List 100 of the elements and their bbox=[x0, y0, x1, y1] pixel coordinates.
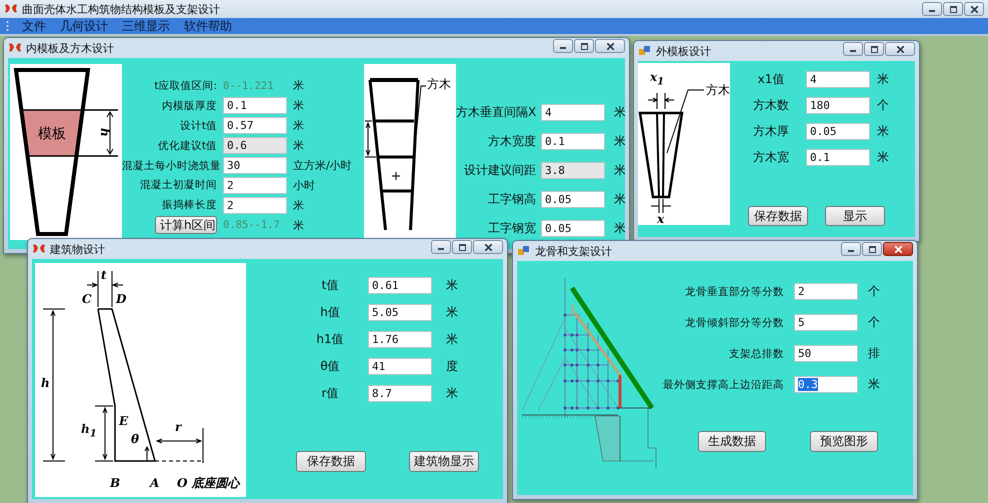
figure-label: x$_{1}$ bbox=[650, 69, 664, 89]
unit-label: 米 bbox=[293, 198, 305, 213]
input-field[interactable]: 0.3 bbox=[794, 376, 858, 393]
grip-icon bbox=[6, 20, 9, 32]
field-label: 工字钢高 bbox=[487, 191, 536, 208]
input-field[interactable]: 2 bbox=[223, 196, 287, 214]
input-field[interactable]: 0.1 bbox=[541, 133, 605, 150]
close-button[interactable] bbox=[885, 42, 915, 56]
window-title: 外模板设计 bbox=[656, 44, 711, 58]
input-field[interactable]: 2 bbox=[223, 176, 287, 194]
field-label: 龙骨垂直部分等分数 bbox=[684, 284, 784, 298]
maximize-button[interactable] bbox=[864, 42, 884, 56]
input-field[interactable]: 1.76 bbox=[368, 331, 432, 348]
close-button[interactable] bbox=[883, 242, 913, 256]
action-button[interactable]: 生成数据 bbox=[698, 431, 766, 452]
field-label: 方木宽度 bbox=[487, 133, 536, 150]
input-field[interactable]: 2 bbox=[794, 283, 858, 300]
input-field[interactable]: 180 bbox=[806, 96, 870, 114]
input-field[interactable]: 0.05 bbox=[541, 220, 605, 237]
window-title: 建筑物设计 bbox=[50, 242, 105, 256]
unit-label: 排 bbox=[868, 345, 881, 362]
input-field[interactable]: 41 bbox=[368, 358, 432, 375]
input-field[interactable]: 0.1 bbox=[223, 97, 287, 114]
unit-label: 个 bbox=[868, 283, 881, 300]
input-field[interactable]: 0.05 bbox=[806, 122, 870, 140]
field-label: 方木数 bbox=[752, 96, 790, 114]
input-field[interactable]: 8.7 bbox=[368, 385, 432, 402]
close-button[interactable] bbox=[964, 2, 984, 16]
figure-label: E bbox=[119, 414, 128, 428]
input-field[interactable]: 0.05 bbox=[541, 191, 605, 208]
input-field[interactable]: 5.05 bbox=[368, 304, 432, 321]
figure-label: O 底座圆心 bbox=[177, 476, 240, 490]
minimize-button[interactable] bbox=[922, 2, 942, 16]
minimize-button[interactable] bbox=[553, 39, 573, 53]
unit-label: 米 bbox=[293, 98, 305, 114]
action-button[interactable]: 保存数据 bbox=[296, 451, 366, 472]
menu-item[interactable]: 文件 bbox=[15, 18, 53, 34]
figure-label: r bbox=[175, 420, 182, 434]
figure-label: x bbox=[657, 212, 664, 225]
app-icon bbox=[517, 245, 531, 257]
maximize-button[interactable] bbox=[574, 39, 594, 53]
action-button[interactable]: 建筑物显示 bbox=[409, 451, 479, 472]
unit-label: 米 bbox=[868, 376, 881, 393]
input-field[interactable]: 4 bbox=[541, 104, 605, 121]
figure-label: h bbox=[41, 376, 50, 390]
input-field[interactable]: 50 bbox=[794, 345, 858, 362]
close-button[interactable] bbox=[473, 240, 503, 254]
unit-label: 立方米/小时 bbox=[293, 158, 353, 173]
unit-label: 米 bbox=[293, 138, 305, 154]
unit-label: 个 bbox=[868, 314, 881, 331]
input-field[interactable]: 0.57 bbox=[223, 117, 287, 134]
unit-label: 小时 bbox=[293, 178, 316, 193]
figure-label: t bbox=[101, 268, 107, 282]
field-label: t应取值区间: bbox=[153, 78, 217, 93]
unit-label: 米 bbox=[293, 118, 305, 134]
maximize-button[interactable] bbox=[452, 240, 472, 254]
minimize-button[interactable] bbox=[843, 42, 863, 56]
input-field[interactable]: 4 bbox=[806, 70, 870, 88]
field-label: 混凝土初凝时间 bbox=[139, 178, 217, 192]
figure-label: h$_{1}$ bbox=[81, 421, 97, 441]
butterfly-icon bbox=[32, 243, 46, 255]
action-button[interactable]: 显示 bbox=[825, 206, 885, 226]
figure-label: 方木 bbox=[706, 83, 730, 97]
figure-label: h bbox=[98, 128, 112, 137]
minimize-button[interactable] bbox=[841, 242, 861, 256]
figure-label: θ bbox=[131, 432, 140, 446]
field-label: 内模版厚度 bbox=[161, 98, 217, 113]
action-button[interactable]: 保存数据 bbox=[748, 206, 808, 226]
menu-item[interactable]: 三维显示 bbox=[115, 18, 177, 34]
maximize-button[interactable] bbox=[862, 242, 882, 256]
field-label: θ值 bbox=[319, 358, 341, 375]
field-label: 方木宽 bbox=[752, 148, 790, 166]
figure-label: C bbox=[82, 292, 92, 306]
input-field[interactable]: 30 bbox=[223, 157, 287, 174]
window-title: 内模板及方木设计 bbox=[26, 40, 114, 56]
field-label: t值 bbox=[320, 277, 340, 294]
app-icon bbox=[638, 45, 652, 57]
input-field[interactable]: 0.61 bbox=[368, 277, 432, 294]
menu-item[interactable]: 几何设计 bbox=[53, 18, 115, 34]
unit-label: 米 bbox=[293, 218, 305, 233]
minimize-button[interactable] bbox=[431, 240, 451, 254]
action-button[interactable]: 预览图形 bbox=[810, 431, 878, 452]
unit-label: 米 bbox=[293, 78, 305, 94]
field-label: 方木垂直间隔X bbox=[456, 104, 536, 121]
figure-label: 方木 bbox=[427, 77, 451, 91]
close-button[interactable] bbox=[595, 39, 625, 53]
input-field[interactable]: 5 bbox=[794, 314, 858, 331]
field-label: r值 bbox=[320, 385, 340, 402]
field-label: h1值 bbox=[315, 331, 345, 348]
field-label: 振捣棒长度 bbox=[161, 198, 217, 212]
input-field[interactable]: 0.1 bbox=[806, 148, 870, 166]
maximize-button[interactable] bbox=[943, 2, 963, 16]
unit-label: 米 bbox=[877, 122, 890, 140]
calculate-button[interactable]: 计算h区间 bbox=[155, 216, 217, 234]
window-title: 曲面壳体水工构筑物结构模板及支架设计 bbox=[22, 2, 220, 16]
menu-item[interactable]: 软件帮助 bbox=[177, 18, 239, 34]
field-label: 工字钢宽 bbox=[487, 220, 536, 237]
figure-label: 模板 bbox=[38, 126, 66, 142]
field-label: 龙骨倾斜部分等分数 bbox=[684, 316, 784, 330]
range-value: 0--1.221 bbox=[223, 80, 274, 92]
